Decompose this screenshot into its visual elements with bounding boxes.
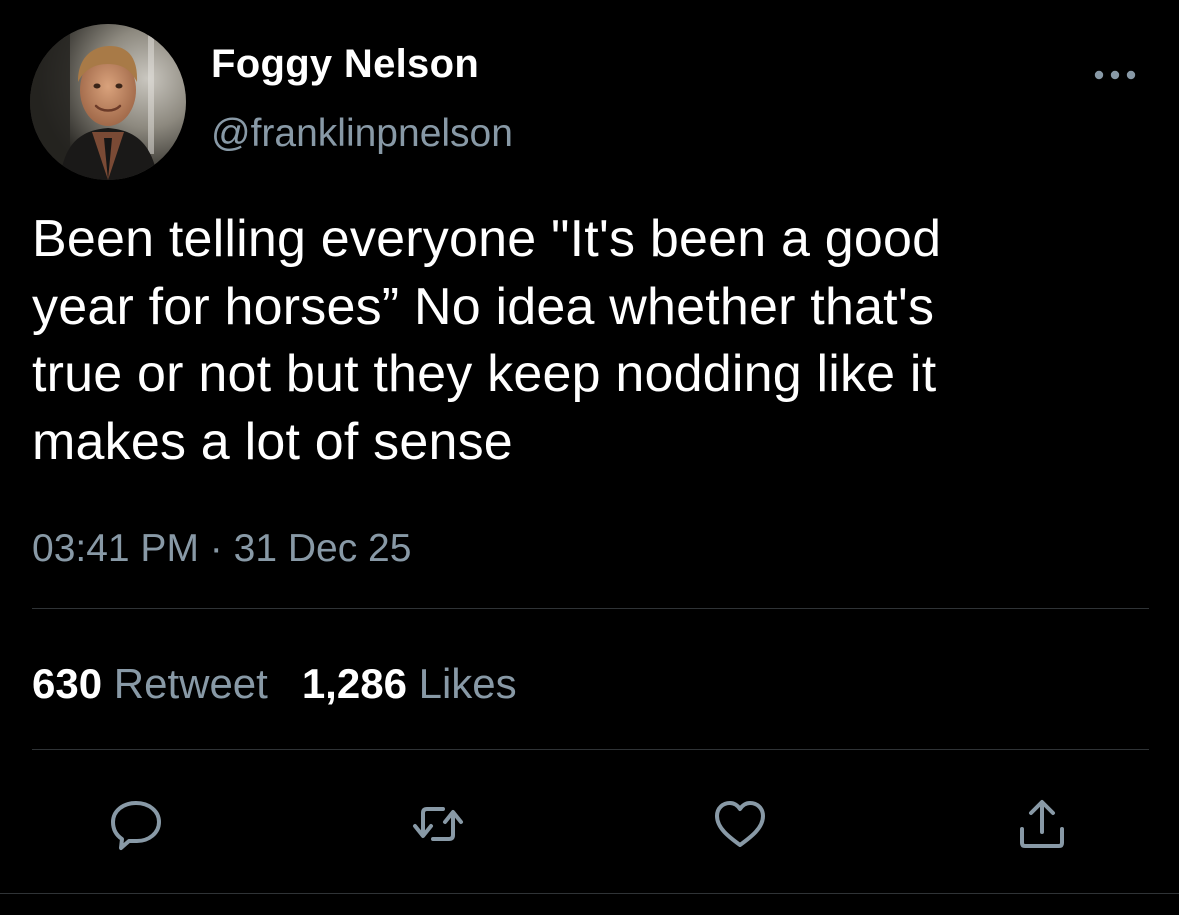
- retweet-stat[interactable]: 630 Retweet: [32, 658, 268, 710]
- avatar-image: [30, 24, 186, 180]
- retweet-count: 630: [32, 660, 103, 707]
- like-button[interactable]: [711, 795, 769, 853]
- timestamp-separator: ·: [209, 527, 223, 570]
- like-count: 1,286: [301, 660, 407, 707]
- share-icon: [1020, 800, 1064, 848]
- divider: [32, 608, 1149, 609]
- retweet-button[interactable]: [409, 795, 467, 853]
- retweet-icon: [413, 807, 463, 841]
- reply-icon: [111, 801, 161, 850]
- divider: [32, 749, 1149, 750]
- more-options-icon[interactable]: [1090, 58, 1140, 92]
- tweet-time: 03:41 PM: [32, 527, 199, 570]
- like-label: Likes: [418, 660, 517, 707]
- heart-icon: [715, 801, 765, 847]
- display-name[interactable]: Foggy Nelson: [211, 40, 479, 88]
- reply-button[interactable]: [107, 795, 165, 853]
- avatar[interactable]: [30, 24, 186, 180]
- engagement-stats: 630 Retweet 1,286 Likes: [32, 658, 517, 710]
- user-handle[interactable]: @franklinpnelson: [211, 110, 513, 158]
- retweet-label: Retweet: [113, 660, 268, 707]
- like-stat[interactable]: 1,286 Likes: [302, 658, 517, 710]
- tweet-date: 31 Dec 25: [233, 527, 412, 570]
- share-button[interactable]: [1013, 795, 1071, 853]
- divider: [0, 893, 1179, 894]
- tweet-timestamp[interactable]: 03:41 PM · 31 Dec 25: [32, 525, 411, 573]
- tweet-text: Been telling everyone "It's been a good …: [32, 210, 942, 471]
- tweet-card: Foggy Nelson @franklinpnelson Been telli…: [0, 0, 1179, 915]
